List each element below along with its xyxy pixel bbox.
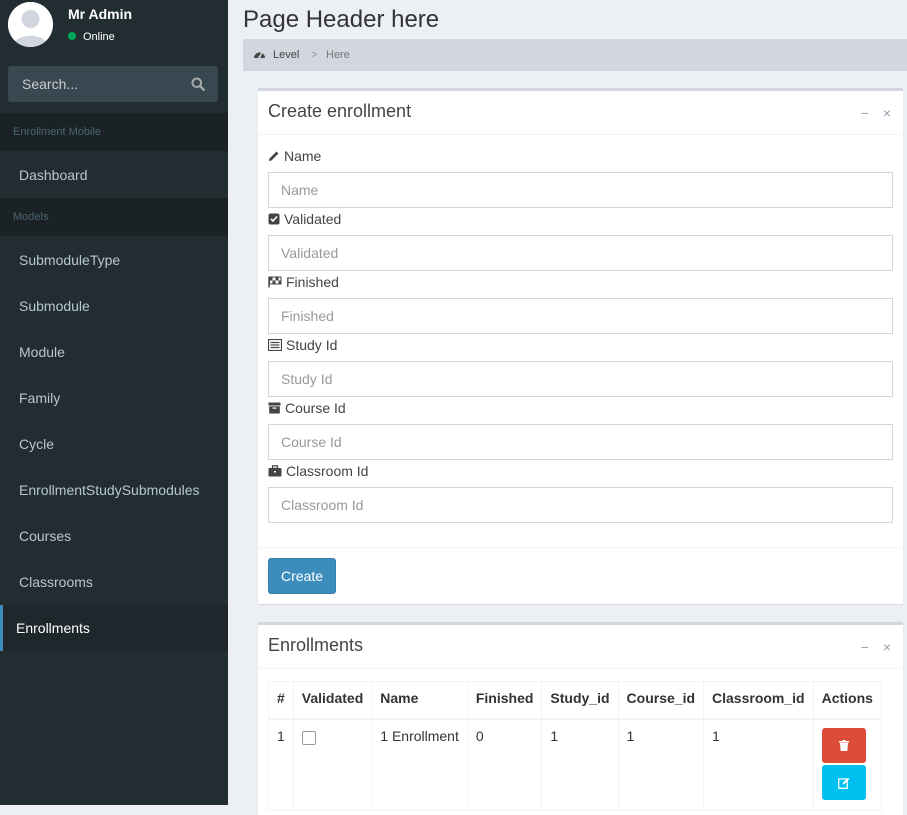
study-id-label: Study Id bbox=[268, 337, 337, 353]
classroom-id-label: Classroom Id bbox=[268, 463, 368, 479]
sidebar-header-models: Models bbox=[0, 198, 228, 236]
sidebar-item-module[interactable]: Module bbox=[0, 329, 228, 375]
dashboard-gauge-icon bbox=[254, 52, 265, 59]
sidebar-item-enrollments[interactable]: Enrollments bbox=[0, 605, 228, 651]
cell-study-id: 1 bbox=[541, 718, 619, 811]
cell-id: 1 bbox=[268, 718, 294, 811]
enrollments-table: # Validated Name Finished Study_id Cours… bbox=[268, 681, 882, 811]
enrollments-box-title: Enrollments bbox=[268, 635, 364, 655]
cell-actions bbox=[812, 718, 882, 811]
user-panel: Mr Admin Online bbox=[0, 0, 228, 60]
cell-validated bbox=[292, 718, 373, 811]
validated-checkbox[interactable] bbox=[301, 731, 316, 745]
name-field[interactable] bbox=[268, 172, 893, 208]
validated-label-text: Validated bbox=[284, 211, 342, 227]
list-alt-icon bbox=[268, 339, 282, 351]
edit-button[interactable] bbox=[821, 765, 866, 800]
trash-icon bbox=[838, 740, 849, 751]
collapse-icon[interactable]: − bbox=[861, 639, 869, 655]
column-header: Classroom_id bbox=[703, 681, 814, 720]
sidebar-item-submoduletype[interactable]: SubmoduleType bbox=[0, 237, 228, 283]
sidebar-item-classrooms[interactable]: Classrooms bbox=[0, 559, 228, 605]
column-header: Finished bbox=[466, 681, 543, 720]
search-input[interactable] bbox=[8, 66, 178, 102]
edit-icon bbox=[837, 777, 849, 789]
classroom-id-field[interactable] bbox=[268, 487, 893, 523]
column-header: Study_id bbox=[541, 681, 619, 720]
user-status-label: Online bbox=[83, 31, 115, 43]
user-status: Online bbox=[68, 31, 115, 43]
pencil-icon bbox=[269, 151, 279, 161]
study-id-field[interactable] bbox=[268, 361, 893, 397]
delete-button[interactable] bbox=[821, 728, 866, 763]
column-header: Validated bbox=[292, 681, 373, 720]
sidebar-item-enrollmentstudysubmodules[interactable]: EnrollmentStudySubmodules bbox=[0, 467, 228, 513]
create-enrollment-box: Create enrollment − × Name Validated Fin… bbox=[258, 88, 903, 604]
close-icon[interactable]: × bbox=[883, 639, 891, 655]
classroom-id-label-text: Classroom Id bbox=[286, 463, 369, 479]
box-divider bbox=[258, 668, 903, 669]
avatar[interactable] bbox=[8, 2, 53, 47]
name-label-text: Name bbox=[284, 148, 322, 164]
cell-name: 1 Enrollment bbox=[371, 718, 468, 811]
breadcrumb-separator: > bbox=[311, 49, 318, 61]
collapse-icon[interactable]: − bbox=[861, 105, 869, 121]
create-box-footer: Create bbox=[258, 547, 903, 608]
check-square-icon bbox=[268, 213, 280, 225]
cell-classroom-id: 1 bbox=[703, 718, 814, 811]
sidebar-header-enrollment-mobile: Enrollment Mobile bbox=[0, 113, 228, 151]
breadcrumb: Level > Here bbox=[243, 39, 907, 71]
create-box-title: Create enrollment bbox=[268, 101, 412, 121]
close-icon[interactable]: × bbox=[883, 105, 891, 121]
column-header: Name bbox=[371, 681, 468, 720]
sidebar-item-dashboard[interactable]: Dashboard bbox=[0, 152, 228, 198]
sidebar-search bbox=[8, 66, 218, 102]
course-id-field[interactable] bbox=[268, 424, 893, 460]
box-divider bbox=[258, 134, 903, 135]
breadcrumb-level-link[interactable]: Level bbox=[273, 39, 299, 71]
table-header-row: # Validated Name Finished Study_id Cours… bbox=[268, 681, 882, 720]
create-box-tools: − × bbox=[851, 105, 891, 121]
course-id-label-text: Course Id bbox=[285, 400, 346, 416]
sidebar-item-submodule[interactable]: Submodule bbox=[0, 283, 228, 329]
enrollments-box-tools: − × bbox=[851, 639, 891, 655]
course-id-label: Course Id bbox=[268, 400, 346, 416]
validated-field[interactable] bbox=[268, 235, 893, 271]
sidebar: Mr Admin Online Enrollment Mobile Dashbo… bbox=[0, 0, 228, 805]
column-header: Actions bbox=[812, 681, 882, 720]
sidebar-item-cycle[interactable]: Cycle bbox=[0, 421, 228, 467]
flag-checkered-icon bbox=[268, 276, 282, 288]
study-id-label-text: Study Id bbox=[286, 337, 338, 353]
page-title: Page Header here bbox=[243, 6, 440, 33]
sidebar-item-courses[interactable]: Courses bbox=[0, 513, 228, 559]
table-row: 1 1 Enrollment 0 1 1 1 bbox=[268, 718, 882, 811]
online-dot-icon bbox=[68, 32, 76, 40]
sidebar-item-family[interactable]: Family bbox=[0, 375, 228, 421]
search-icon bbox=[191, 77, 205, 91]
user-avatar-icon bbox=[8, 2, 53, 47]
finished-label-text: Finished bbox=[286, 274, 339, 290]
search-button[interactable] bbox=[178, 66, 218, 102]
cell-course-id: 1 bbox=[617, 718, 705, 811]
cell-finished: 0 bbox=[466, 718, 543, 811]
briefcase-icon bbox=[268, 465, 282, 477]
enrollments-box: Enrollments − × # Validated Name Finishe… bbox=[258, 622, 903, 815]
user-name: Mr Admin bbox=[68, 6, 133, 22]
archive-icon bbox=[268, 402, 281, 414]
finished-field[interactable] bbox=[268, 298, 893, 334]
column-header: # bbox=[268, 681, 294, 720]
create-button[interactable]: Create bbox=[268, 558, 336, 594]
column-header: Course_id bbox=[617, 681, 705, 720]
validated-label: Validated bbox=[268, 211, 341, 227]
finished-label: Finished bbox=[268, 274, 339, 290]
breadcrumb-current: Here bbox=[326, 49, 350, 61]
name-label: Name bbox=[268, 148, 321, 164]
